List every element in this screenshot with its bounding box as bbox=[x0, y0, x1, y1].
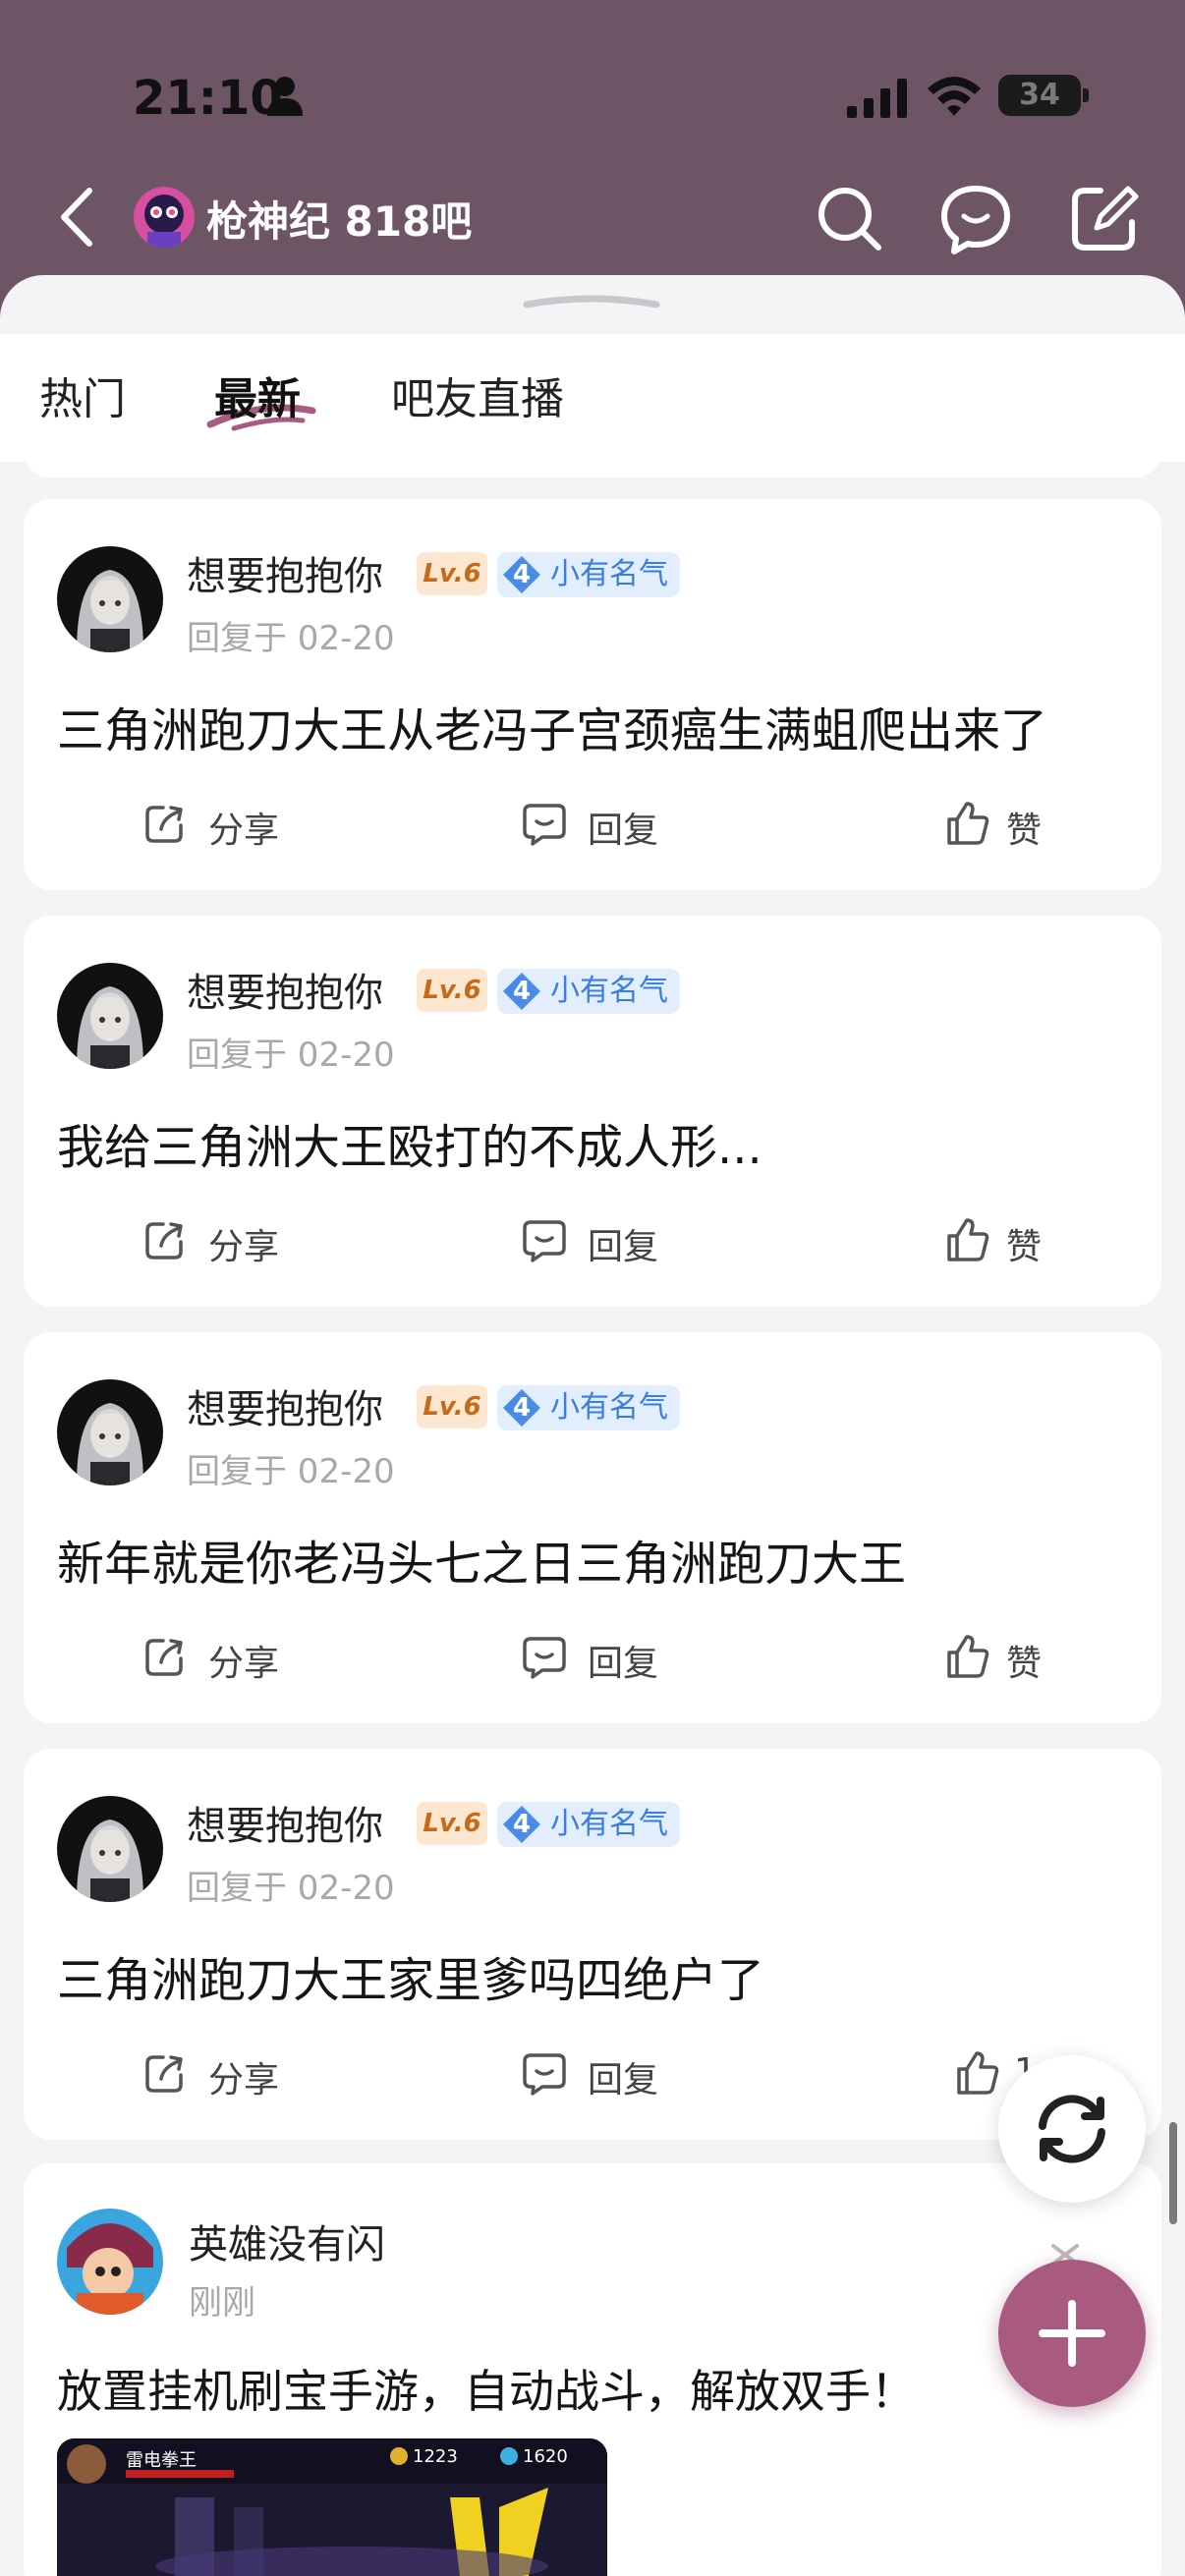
forum-avatar-image bbox=[134, 187, 195, 248]
username[interactable]: 想要抱抱你 bbox=[187, 544, 383, 601]
avatar-image bbox=[57, 963, 163, 1069]
level-badge: Lv.6 bbox=[417, 1385, 487, 1428]
refresh-button[interactable] bbox=[998, 2055, 1146, 2203]
reply-label[interactable]: 回复 bbox=[588, 802, 658, 853]
reply-label[interactable]: 回复 bbox=[588, 1635, 658, 1686]
reply-time: 回复于 02-20 bbox=[187, 1869, 395, 1908]
like-label[interactable]: 赞 bbox=[1006, 1218, 1042, 1269]
avatar-image bbox=[57, 1379, 163, 1485]
ad-avatar-image bbox=[57, 2209, 163, 2315]
new-post-button[interactable] bbox=[998, 2260, 1146, 2407]
username[interactable]: 想要抱抱你 bbox=[187, 1377, 383, 1434]
share-label[interactable]: 分享 bbox=[208, 802, 279, 853]
fame-badge[interactable]: 4 小有名气 bbox=[497, 1385, 680, 1430]
ad-image[interactable]: 雷电拳王 1223 1620 bbox=[57, 2438, 607, 2576]
previous-card-edge bbox=[24, 448, 1161, 477]
like-icon[interactable] bbox=[943, 1633, 990, 1680]
like-icon[interactable] bbox=[953, 2049, 1000, 2097]
ad-username[interactable]: 英雄没有闪 bbox=[189, 2212, 385, 2269]
back-arrow-icon[interactable] bbox=[54, 185, 97, 250]
user-avatar[interactable] bbox=[57, 1379, 163, 1485]
share-icon[interactable] bbox=[141, 800, 189, 847]
battery-level: 34 bbox=[1019, 78, 1060, 112]
share-label[interactable]: 分享 bbox=[208, 2051, 279, 2102]
reply-icon[interactable] bbox=[521, 1216, 568, 1263]
reply-time: 回复于 02-20 bbox=[187, 1452, 395, 1491]
username[interactable]: 想要抱抱你 bbox=[187, 961, 383, 1018]
user-avatar[interactable] bbox=[57, 1796, 163, 1902]
like-label[interactable]: 赞 bbox=[1006, 1635, 1042, 1686]
ad-time: 刚刚 bbox=[189, 2283, 255, 2323]
tab-live[interactable]: 吧友直播 bbox=[391, 364, 564, 426]
level-badge: Lv.6 bbox=[417, 969, 487, 1012]
post-content[interactable]: 三角洲跑刀大王从老冯子宫颈癌生满蛆爬出来了 bbox=[57, 692, 1047, 760]
tab-hot[interactable]: 热门 bbox=[39, 364, 126, 426]
scrollbar[interactable] bbox=[1169, 2122, 1177, 2224]
share-icon[interactable] bbox=[141, 1633, 189, 1680]
like-label[interactable]: 赞 bbox=[1006, 802, 1042, 853]
search-icon[interactable] bbox=[814, 183, 884, 253]
sheet-grabber[interactable] bbox=[523, 295, 660, 308]
cellular-signal-icon bbox=[847, 79, 907, 118]
plus-icon bbox=[1039, 2300, 1105, 2367]
ad-content[interactable]: 放置挂机刷宝手游，自动战斗，解放双手！ bbox=[57, 2356, 916, 2421]
user-avatar[interactable] bbox=[57, 963, 163, 1069]
fame-level: 4 bbox=[512, 977, 532, 1006]
like-icon[interactable] bbox=[943, 800, 990, 847]
share-icon[interactable] bbox=[141, 1216, 189, 1263]
post-content[interactable]: 我给三角洲大王殴打的不成人形... bbox=[57, 1108, 762, 1177]
tab-latest[interactable]: 最新 bbox=[214, 364, 301, 426]
compose-icon[interactable] bbox=[1067, 183, 1142, 253]
level-badge: Lv.6 bbox=[417, 552, 487, 595]
forum-avatar[interactable] bbox=[134, 187, 195, 248]
tab-bar bbox=[0, 334, 1185, 462]
post-content[interactable]: 新年就是你老冯头七之日三角洲跑刀大王 bbox=[57, 1525, 906, 1594]
reply-time: 回复于 02-20 bbox=[187, 1036, 395, 1075]
status-bar: 21:10 34 bbox=[0, 0, 1185, 187]
fame-badge[interactable]: 4 小有名气 bbox=[497, 969, 680, 1014]
user-avatar[interactable] bbox=[57, 546, 163, 652]
ad-player-name: 雷电拳王 bbox=[126, 2450, 197, 2471]
reply-time: 回复于 02-20 bbox=[187, 619, 395, 658]
post-content[interactable]: 三角洲跑刀大王家里爹吗四绝户了 bbox=[57, 1941, 764, 2010]
ad-gold-count: 1223 bbox=[413, 2446, 458, 2467]
fame-label: 小有名气 bbox=[550, 974, 668, 1008]
fame-badge[interactable]: 4 小有名气 bbox=[497, 552, 680, 597]
ad-gem-count: 1620 bbox=[523, 2446, 568, 2467]
forum-title[interactable]: 枪神纪 818吧 bbox=[206, 189, 472, 249]
reply-label[interactable]: 回复 bbox=[588, 1218, 658, 1269]
level-badge: Lv.6 bbox=[417, 1802, 487, 1845]
reply-label[interactable]: 回复 bbox=[588, 2051, 658, 2102]
ad-avatar[interactable] bbox=[57, 2209, 163, 2315]
battery-nub bbox=[1083, 88, 1089, 102]
fame-level: 4 bbox=[512, 1810, 532, 1839]
chat-bubble-icon[interactable] bbox=[938, 183, 1013, 255]
reply-icon[interactable] bbox=[521, 2049, 568, 2097]
fame-badge[interactable]: 4 小有名气 bbox=[497, 1802, 680, 1847]
share-label[interactable]: 分享 bbox=[208, 1635, 279, 1686]
fame-label: 小有名气 bbox=[550, 1390, 668, 1425]
refresh-icon bbox=[1039, 2095, 1105, 2163]
avatar-image bbox=[57, 1796, 163, 1902]
share-label[interactable]: 分享 bbox=[208, 1218, 279, 1269]
battery-icon: 34 bbox=[998, 75, 1081, 116]
fame-label: 小有名气 bbox=[550, 1807, 668, 1841]
fame-level: 4 bbox=[512, 560, 532, 589]
person-icon bbox=[267, 77, 303, 116]
reply-icon[interactable] bbox=[521, 1633, 568, 1680]
fame-level: 4 bbox=[512, 1393, 532, 1423]
reply-icon[interactable] bbox=[521, 800, 568, 847]
wifi-icon bbox=[928, 77, 981, 116]
share-icon[interactable] bbox=[141, 2049, 189, 2097]
status-time: 21:10 bbox=[133, 71, 283, 126]
like-icon[interactable] bbox=[943, 1216, 990, 1263]
username[interactable]: 想要抱抱你 bbox=[187, 1794, 383, 1851]
avatar-image bbox=[57, 546, 163, 652]
fame-label: 小有名气 bbox=[550, 557, 668, 591]
